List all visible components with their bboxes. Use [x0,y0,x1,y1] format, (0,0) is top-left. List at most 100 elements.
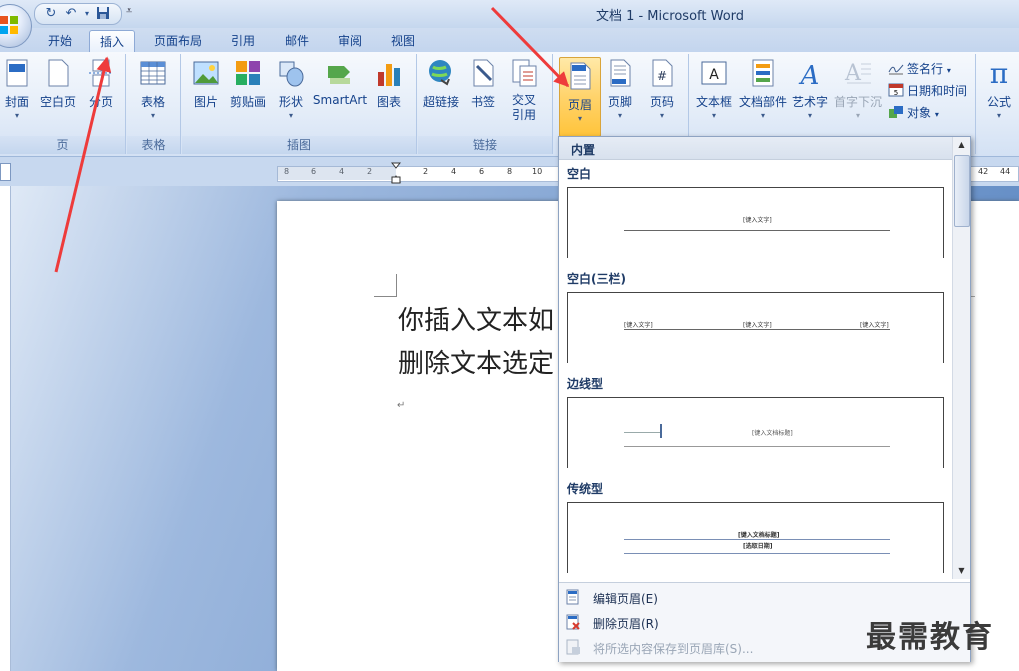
office-logo-icon [0,16,18,34]
cross-reference-icon [512,59,537,87]
svg-text:#: # [657,69,667,83]
group-pages: 封面 ▾ 空白页 分页 页 [0,54,126,154]
header-template-traditional[interactable]: [键入文档标题] [选取日期] [567,502,944,573]
edit-header-menu-item[interactable]: 编辑页眉(E) [559,585,970,609]
vertical-ruler[interactable] [0,186,11,671]
group-label-links: 链接 [418,136,552,154]
gallery-scrollbar[interactable]: ▲ ▼ [952,137,970,579]
cover-page-button[interactable]: 封面 ▾ [2,58,32,120]
page-number-icon: # [652,59,673,87]
calendar-icon: 5 [888,83,904,97]
chevron-down-icon: ▾ [711,111,716,120]
tab-page-layout[interactable]: 页面布局 [145,30,211,52]
save-icon[interactable] [95,6,111,22]
chevron-down-icon: ▾ [150,111,155,120]
quick-parts-button[interactable]: 文档部件 ▾ [738,58,788,120]
equation-button[interactable]: π 公式 ▾ [983,58,1015,120]
tab-mailings[interactable]: 邮件 [276,30,318,52]
page-number-button[interactable]: # 页码 ▾ [646,58,678,120]
header-template-three-column[interactable]: [键入文字] [键入文字] [键入文字] [567,292,944,363]
chevron-down-icon: ▾ [617,111,622,120]
title-bar [0,0,1019,28]
hyperlink-icon [429,60,451,86]
wordart-button[interactable]: A 艺术字 ▾ [790,58,830,120]
header-gallery-dropdown: 内置 空白 [键入文字] 空白(三栏) [键入文字] [键入文字] [键入文字]… [558,136,971,662]
footer-button[interactable]: 页脚 ▾ [604,58,636,120]
tab-insert[interactable]: 插入 [89,30,135,53]
date-time-button[interactable]: 5 日期和时间 [888,82,967,99]
table-icon [140,61,166,85]
smartart-icon [328,66,350,84]
group-tables: 表格 ▾ 表格 [127,54,181,154]
shapes-button[interactable]: 形状 ▾ [276,58,306,120]
paragraph-mark: ↵ [397,400,406,411]
clipart-button[interactable]: 剪贴画 [228,58,268,110]
smartart-button[interactable]: SmartArt [312,58,368,107]
tab-home[interactable]: 开始 [38,30,82,52]
customize-toolbar-icon[interactable]: ⩡ [126,4,132,18]
header-template-sideline[interactable]: [键入文档标题] [567,397,944,468]
bookmark-icon [473,59,494,87]
ribbon-tabs: 开始 插入 页面布局 引用 邮件 审阅 视图 [0,28,1019,53]
redo-icon[interactable]: ↻ [43,6,59,22]
wordart-icon: A [799,61,820,88]
svg-text:A: A [709,67,719,83]
drop-cap-button: A 首字下沉 ▾ [833,58,883,120]
page-break-icon [89,59,113,87]
undo-dropdown-icon[interactable]: ▾ [79,6,95,22]
shapes-icon [279,61,304,87]
chevron-down-icon: ▾ [288,111,293,120]
cover-page-icon [6,59,28,87]
margin-corner-mark [374,274,397,297]
textbox-icon: A [701,61,727,85]
edit-header-icon [566,589,579,605]
object-button[interactable]: 对象 ▾ [888,104,939,121]
picture-button[interactable]: 图片 [190,58,222,110]
svg-text:A: A [844,61,862,86]
textbox-button[interactable]: A 文本框 ▾ [694,58,734,120]
pi-icon: π [990,58,1008,88]
ruler-margin [277,166,396,180]
chevron-down-icon: ▾ [855,111,860,120]
chevron-down-icon: ▾ [946,66,951,75]
hyperlink-button[interactable]: 超链接 [420,58,462,110]
header-icon [570,62,591,90]
tab-review[interactable]: 审阅 [329,30,371,52]
scroll-up-icon[interactable]: ▲ [953,137,970,153]
quick-access-toolbar: ↻ ↶ ▾ [34,3,122,25]
footer-icon [610,59,631,87]
drop-cap-icon: A [844,61,871,86]
tab-references[interactable]: 引用 [222,30,264,52]
gallery-section-title: 空白 [567,167,592,181]
tab-view[interactable]: 视图 [382,30,424,52]
header-button[interactable]: 页眉 ▾ [559,57,601,137]
chart-icon [378,64,400,86]
ruler-toggle[interactable] [0,163,11,181]
bookmark-button[interactable]: 书签 [468,58,498,110]
scroll-thumb[interactable] [954,155,970,227]
cross-reference-button[interactable]: 交叉 引用 [506,58,542,123]
header-template-blank[interactable]: [键入文字] [567,187,944,258]
blank-page-button[interactable]: 空白页 [38,58,78,110]
picture-icon [193,61,219,85]
undo-icon[interactable]: ↶ [63,6,79,22]
chevron-down-icon: ▾ [996,111,1001,120]
chevron-down-icon: ▾ [577,114,582,123]
svg-text:π: π [990,58,1008,88]
signature-line-button[interactable]: 签名行 ▾ [888,60,951,77]
chart-button[interactable]: 图表 [374,58,404,110]
chevron-down-icon: ▾ [807,111,812,120]
svg-text:A: A [799,61,820,88]
group-links: 超链接 书签 交叉 引用 链接 [418,54,553,154]
blank-page-icon [48,59,69,87]
group-label-illustrations: 插图 [182,136,416,154]
body-text-line-2[interactable]: 删除文本选定 [398,343,554,380]
scroll-down-icon[interactable]: ▼ [953,563,970,579]
indent-marker-icon[interactable] [391,162,401,184]
gallery-section-title: 边线型 [567,377,604,391]
body-text-line-1[interactable]: 你插入文本如 [398,300,554,337]
page-break-button[interactable]: 分页 [86,58,116,110]
chevron-down-icon: ▾ [14,111,19,120]
table-button[interactable]: 表格 ▾ [137,58,169,120]
watermark-logo: 最需教育 [866,620,994,655]
